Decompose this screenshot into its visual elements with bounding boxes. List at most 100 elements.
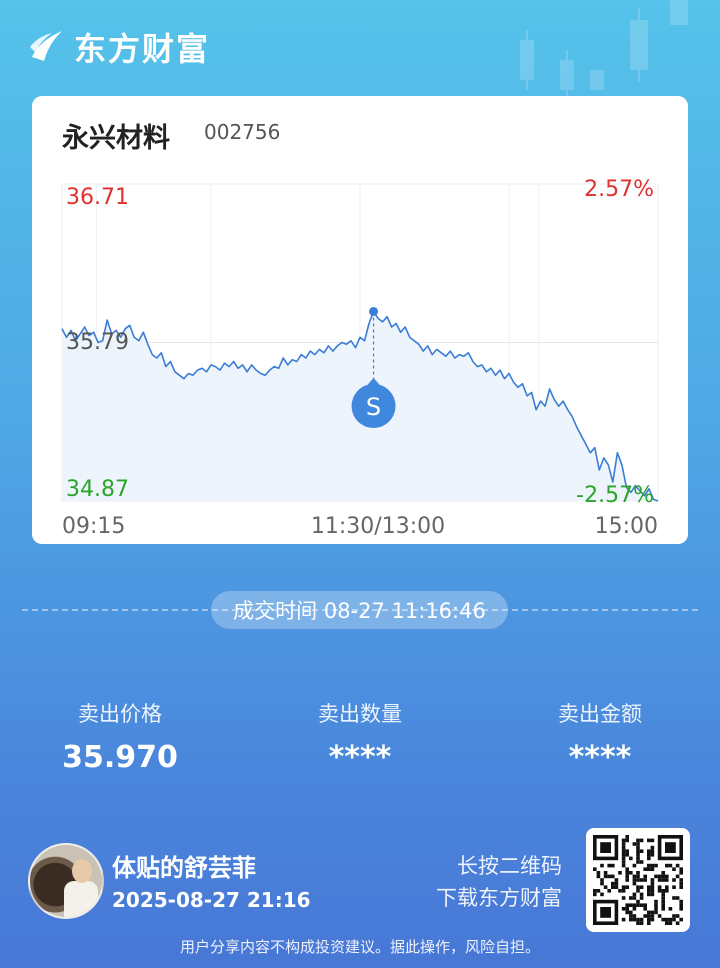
qr-module	[657, 914, 662, 918]
avatar[interactable]	[28, 843, 104, 919]
qr-module	[611, 863, 615, 868]
qr-hint-line2: 下载东方财富	[436, 886, 562, 910]
qr-module	[625, 838, 629, 843]
qr-module	[679, 878, 683, 882]
qr-module	[621, 853, 626, 857]
qr-module	[636, 889, 640, 893]
x-label-close: 15:00	[595, 514, 658, 539]
x-label-open: 09:15	[62, 514, 125, 539]
qr-module	[675, 874, 680, 879]
qr-module	[621, 885, 626, 889]
qr-module	[657, 874, 662, 879]
qr-module	[647, 914, 651, 918]
sell-marker-label: S	[366, 393, 381, 421]
qr-module	[643, 874, 647, 879]
qr-module	[650, 889, 655, 893]
qr-module	[621, 863, 626, 868]
stat-sell-amount: 卖出金额 ****	[500, 698, 700, 775]
qr-module	[668, 907, 673, 911]
qr-module	[625, 853, 629, 857]
qr-module	[665, 889, 669, 893]
qr-hint: 长按二维码 下载东方财富	[436, 850, 562, 914]
qr-module	[636, 885, 640, 889]
qr-module	[603, 874, 608, 879]
qr-module	[632, 903, 637, 907]
qr-module	[632, 878, 637, 882]
avatar-body	[64, 881, 98, 917]
qr-finder-center	[665, 842, 676, 853]
qr-module	[650, 867, 655, 871]
qr-module	[643, 903, 647, 907]
qr-module	[647, 917, 651, 922]
qr-module	[675, 921, 680, 925]
qr-module	[621, 856, 626, 861]
y-label-low: 34.87	[66, 477, 129, 502]
stat-value: 35.970	[62, 740, 178, 775]
qr-module	[629, 871, 633, 875]
qr-module	[647, 885, 651, 889]
qr-module	[621, 845, 626, 850]
pct-label-low: -2.57%	[576, 483, 654, 508]
qr-module	[657, 885, 662, 889]
qr-module	[639, 838, 644, 843]
qr-module	[672, 896, 676, 900]
qr-module	[654, 907, 658, 911]
qr-code[interactable]	[586, 828, 690, 932]
qr-module	[593, 867, 597, 871]
qr-module	[611, 874, 615, 879]
qr-module	[675, 896, 680, 900]
stat-label: 卖出金额	[558, 702, 642, 726]
qr-module	[639, 892, 644, 897]
avatar-face	[72, 859, 92, 883]
qr-module	[639, 896, 644, 900]
qr-module	[614, 881, 619, 886]
qr-module	[647, 853, 651, 857]
qr-module	[643, 878, 647, 882]
qr-module	[639, 878, 644, 882]
qr-module	[639, 885, 644, 889]
qr-module	[632, 914, 637, 918]
qr-module	[636, 903, 640, 907]
qr-module	[632, 896, 637, 900]
qr-module	[661, 899, 665, 904]
qr-module	[647, 863, 651, 868]
qr-module	[657, 889, 662, 893]
qr-module	[679, 885, 683, 889]
qr-module	[621, 889, 626, 893]
qr-module	[665, 921, 669, 925]
qr-module	[650, 892, 655, 897]
qr-module	[636, 874, 640, 879]
qr-module	[636, 849, 640, 853]
qr-module	[603, 885, 608, 889]
qr-module	[621, 907, 626, 911]
qr-module	[647, 910, 651, 915]
qr-module	[632, 863, 637, 868]
qr-module	[639, 849, 644, 853]
qr-module	[625, 867, 629, 871]
qr-module	[668, 921, 673, 925]
qr-module	[672, 867, 676, 871]
y-label-high: 36.71	[66, 185, 129, 210]
qr-module	[636, 871, 640, 875]
qr-module	[621, 917, 626, 922]
qr-module	[675, 914, 680, 918]
qr-module	[665, 917, 669, 922]
qr-module	[665, 874, 669, 879]
qr-module	[611, 881, 615, 886]
qr-module	[665, 878, 669, 882]
qr-module	[621, 838, 626, 843]
qr-module	[643, 867, 647, 871]
qr-module	[636, 856, 640, 861]
brand-logo: 东方财富	[28, 24, 210, 70]
qr-module	[650, 878, 655, 882]
user-name: 体贴的舒芸菲	[112, 854, 256, 882]
qr-module	[596, 871, 601, 875]
qr-module	[632, 917, 637, 922]
qr-module	[654, 863, 658, 868]
qr-module	[647, 849, 651, 853]
qr-module	[650, 910, 655, 915]
qr-module	[639, 860, 644, 864]
qr-module	[668, 863, 673, 868]
qr-module	[672, 917, 676, 922]
qr-module	[672, 914, 676, 918]
